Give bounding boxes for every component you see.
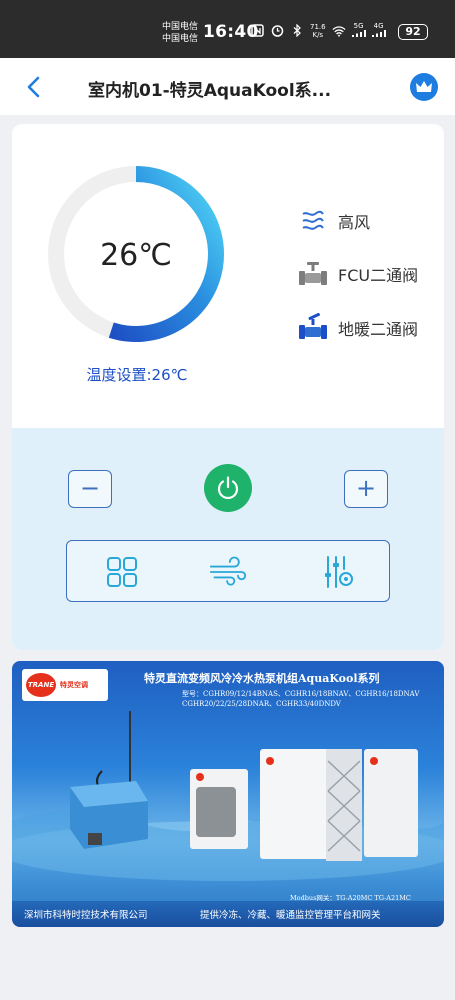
banner-models: 型号：CGHR09/12/14BNAS、CGHR16/18BNAV、CGHR16… [182,689,442,709]
valve-icon [298,259,328,289]
control-panel [12,428,444,650]
status-floor-heating-valve: 地暖二通阀 [298,313,418,343]
fan-speed-button[interactable] [209,553,247,591]
brand-name: TRANE [26,673,56,697]
signal-bars-icon [351,30,366,37]
fan-speed-label: 高风 [338,213,371,232]
wind-icon [298,206,328,236]
device-control-card: 26℃ 温度设置:26℃ 高风 FCU二通阀 地暖二通阀 − + [12,124,444,650]
signal-4g: 4G [371,22,386,39]
carrier-labels: 中国电信 中国电信 [162,21,198,45]
promo-banner[interactable]: TRANE 特灵空调 特灵直流变频风冷冷水热泵机组AquaKool系列 型号：C… [12,661,444,927]
mode-button[interactable] [103,553,141,591]
floor-heating-valve-label: 地暖二通阀 [338,320,419,339]
power-button[interactable] [204,464,252,512]
page-title: 室内机01-特灵AquaKool系... [88,81,332,101]
status-fcu-valve: FCU二通阀 [298,259,418,289]
alarm-icon [270,24,284,38]
carrier-2: 中国电信 [162,34,199,44]
function-bar [66,540,390,602]
nfc-icon [250,24,264,38]
sliders-settings-icon [325,556,353,588]
valve-active-icon [298,313,328,343]
bluetooth-icon [290,24,304,38]
banner-title: 特灵直流变频风冷冷水热泵机组AquaKool系列 [144,672,380,685]
signal-bars-icon [371,30,386,37]
settings-button[interactable] [319,553,357,591]
fcu-valve-label: FCU二通阀 [338,266,419,285]
network-speed: 71.6 K/s [310,22,326,39]
models-line-2: CGHR20/22/25/28DNAR、CGHR33/40DNDV [182,700,341,708]
banner-company: 深圳市科特时控技术有限公司 [24,910,148,921]
wind-flow-icon [209,556,247,586]
crown-button[interactable] [410,73,438,101]
banner-gateway: Modbus网关：TG-A20MC TG-A21MC [290,894,411,902]
current-temperature: 26℃ [100,238,172,273]
wifi-icon [332,24,346,38]
signal-5g: 5G [351,22,366,39]
crown-icon [416,81,432,92]
grid-icon [107,557,137,587]
status-icons: 71.6 K/s 5G 4G [250,22,386,39]
carrier-1: 中国电信 [162,22,199,32]
decrease-temperature-button[interactable]: − [68,470,112,508]
models-line-1: 型号：CGHR09/12/14BNAS、CGHR16/18BNAV、CGHR16… [182,690,420,698]
battery-indicator: 92 [398,24,428,40]
temperature-setpoint: 温度设置:26℃ [86,366,188,384]
brand-subtitle: 特灵空调 [60,681,88,689]
trane-logo: TRANE 特灵空调 [22,669,108,701]
status-fan-speed: 高风 [298,206,370,236]
back-button[interactable] [22,74,46,100]
app-header: 室内机01-特灵AquaKool系... [0,58,455,115]
power-icon [217,476,239,500]
product-illustration [12,711,444,901]
banner-slogan: 提供冷冻、冷藏、暖通监控管理平台和网关 [200,910,381,921]
increase-temperature-button[interactable]: + [344,470,388,508]
status-bar: 中国电信 中国电信 16:40 71.6 K/s 5G 4G 92 [0,0,455,58]
chevron-left-icon [27,76,40,98]
